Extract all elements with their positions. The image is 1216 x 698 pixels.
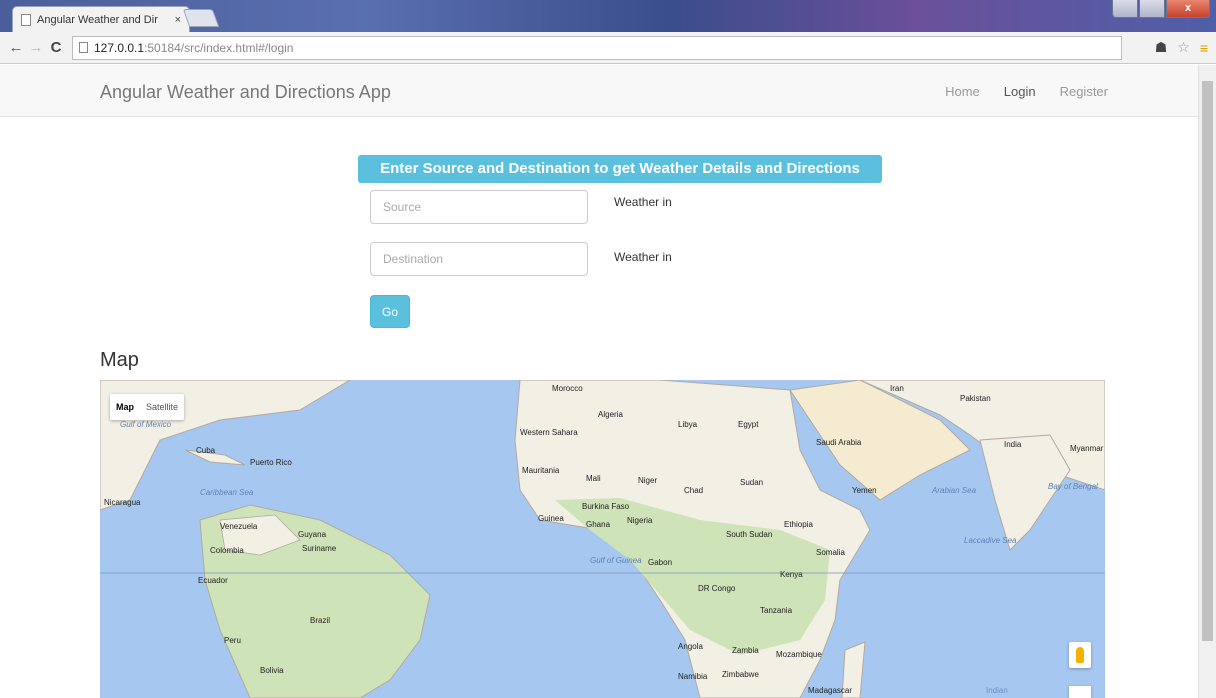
map-label: Venezuela (220, 522, 258, 531)
map-label: Burkina Faso (582, 502, 630, 511)
go-button[interactable]: Go (370, 295, 410, 328)
window-controls: x (1112, 0, 1210, 18)
form-heading: Enter Source and Destination to get Weat… (358, 155, 882, 183)
map-label: Bay of Bengal (1048, 482, 1098, 491)
map-label: Puerto Rico (250, 458, 292, 467)
app-navbar: Angular Weather and Directions App Home … (0, 65, 1198, 117)
map-label: Algeria (598, 410, 623, 419)
nav-links: Home Login Register (945, 84, 1108, 99)
tab-close-icon[interactable]: × (175, 14, 181, 26)
address-bar[interactable]: 127.0.0.1:50184/src/index.html#/login (72, 35, 1122, 60)
street-view-pegman-icon[interactable] (1069, 642, 1091, 668)
map-label: Chad (684, 486, 704, 495)
map-label: Gabon (648, 558, 673, 567)
url-path: :50184/src/index.html#/login (144, 40, 294, 55)
map-label: Western Sahara (520, 428, 578, 437)
map-label: Somalia (816, 548, 845, 557)
map-graphics (100, 380, 1105, 698)
nav-link-login[interactable]: Login (1004, 84, 1036, 99)
map-label: Ghana (586, 520, 611, 529)
map-title: Map (100, 349, 139, 371)
map-label: India (1004, 440, 1022, 449)
map-label: Arabian Sea (932, 486, 977, 495)
map-label: Libya (678, 420, 698, 429)
url-host: 127.0.0.1 (94, 40, 145, 55)
zoom-control[interactable] (1069, 686, 1091, 698)
nav-link-home[interactable]: Home (945, 84, 980, 99)
map-type-satellite-button[interactable]: Satellite (140, 402, 184, 412)
map-label: Nicaragua (104, 498, 141, 507)
map-label: Kenya (780, 570, 803, 579)
maximize-button[interactable] (1139, 0, 1165, 18)
map-label: DR Congo (698, 584, 736, 593)
menu-icon[interactable]: ≡ (1200, 40, 1208, 56)
map-label: Bolivia (260, 666, 284, 675)
browser-titlebar: Angular Weather and Dir × x (0, 0, 1216, 32)
map-label: Niger (638, 476, 658, 485)
map-label: Angola (678, 642, 703, 651)
map-label: Namibia (678, 672, 708, 681)
map-label: Indian (986, 686, 1008, 695)
toolbar-actions: ☗ ☆ ≡ (1155, 39, 1208, 56)
minimize-button[interactable] (1112, 0, 1138, 18)
map-label: Peru (224, 636, 241, 645)
map-label: Guyana (298, 530, 327, 539)
map-label: Guinea (538, 514, 564, 523)
map-label: Mali (586, 474, 601, 483)
browser-toolbar: ← → C 127.0.0.1:50184/src/index.html#/lo… (0, 32, 1216, 64)
extension-icon[interactable]: ☗ (1155, 39, 1168, 56)
map-label: Brazil (310, 616, 331, 625)
map-label: South Sudan (726, 530, 773, 539)
map-label: Mauritania (522, 466, 560, 475)
map-label: Sudan (740, 478, 764, 487)
map-label: Morocco (552, 384, 583, 393)
map-label: Ecuador (198, 576, 228, 585)
reload-icon[interactable]: C (46, 39, 66, 56)
map-label: Gulf of Mexico (120, 420, 172, 429)
browser-tab[interactable]: Angular Weather and Dir × (12, 6, 190, 32)
page-scrollbar[interactable] (1198, 65, 1216, 698)
page-icon (79, 42, 88, 53)
scrollbar-thumb[interactable] (1202, 81, 1213, 641)
map-type-map-button[interactable]: Map (110, 402, 140, 412)
map-label: Zambia (732, 646, 759, 655)
new-tab-button[interactable] (182, 9, 220, 27)
map-label: Cuba (196, 446, 216, 455)
map-label: Ethiopia (784, 520, 813, 529)
map-label: Gulf of Guinea (590, 556, 642, 565)
map-label: Egypt (738, 420, 759, 429)
page-icon (21, 13, 31, 26)
map-label: Saudi Arabia (816, 438, 862, 447)
bookmark-star-icon[interactable]: ☆ (1177, 39, 1190, 56)
map-label: Madagascar (808, 686, 853, 695)
tab-title: Angular Weather and Dir (37, 13, 158, 26)
destination-weather-label: Weather in (614, 250, 672, 264)
map-label: Zimbabwe (722, 670, 759, 679)
forward-arrow-icon[interactable]: → (26, 39, 46, 56)
map-label: Colombia (210, 546, 244, 555)
back-arrow-icon[interactable]: ← (6, 39, 26, 56)
map-label: Suriname (302, 544, 337, 553)
source-input[interactable] (370, 190, 588, 224)
map-type-control: Map Satellite (110, 394, 185, 420)
map-label: Laccadive Sea (964, 536, 1017, 545)
map-label: Caribbean Sea (200, 488, 254, 497)
nav-link-register[interactable]: Register (1060, 84, 1108, 99)
source-weather-label: Weather in (614, 195, 672, 209)
app-brand[interactable]: Angular Weather and Directions App (100, 82, 391, 103)
map-label: Myanmar (Burma) (1070, 444, 1105, 453)
page-viewport: Angular Weather and Directions App Home … (0, 65, 1198, 698)
map-label: Tanzania (760, 606, 793, 615)
map-label: Mozambique (776, 650, 822, 659)
map-label: Nigeria (627, 516, 653, 525)
map-label: Iran (890, 384, 904, 393)
map-canvas[interactable]: Map Satellite Morocco Algeria Libya Egyp… (100, 380, 1105, 698)
close-window-button[interactable]: x (1166, 0, 1210, 18)
map-label: Yemen (852, 486, 877, 495)
map-label: Pakistan (960, 394, 991, 403)
destination-input[interactable] (370, 242, 588, 276)
